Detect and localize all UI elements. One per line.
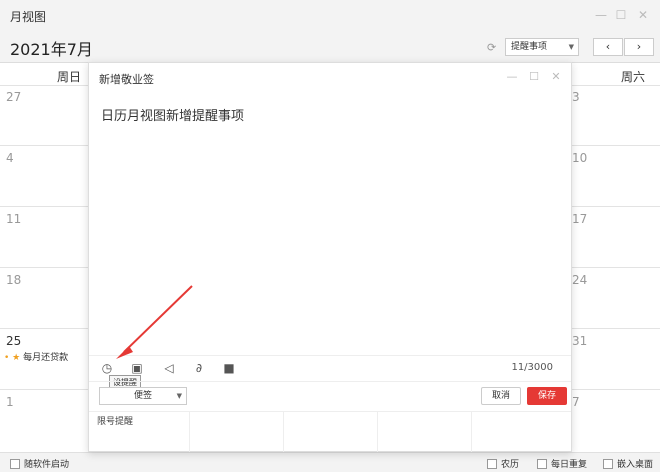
holiday-label: 限号提醒 xyxy=(97,417,134,427)
day-cell-date[interactable]: 3 xyxy=(572,90,580,104)
chevron-down-icon: ▼ xyxy=(568,43,574,51)
refresh-icon[interactable]: ⟳ xyxy=(487,41,496,54)
day-cell-date[interactable]: 27 xyxy=(6,90,21,104)
new-note-dialog: 新增敬业签 — ☐ ✕ 日历月视图新增提醒事项 ◷ ▣ ◁ ∂ ■ 11/300… xyxy=(88,62,572,452)
day-cell-date[interactable]: 4 xyxy=(6,151,14,165)
month-view-window: 月视图 — ☐ ✕ 2021年7月 ⟳ 提醒事项 ▼ ‹ › 周日 周六 27 … xyxy=(0,0,660,472)
day-cell-date[interactable]: 18 xyxy=(6,273,21,287)
day-cell-date[interactable]: 17 xyxy=(572,212,587,226)
day-cell-date[interactable]: 24 xyxy=(572,273,587,287)
calendar-subgrid xyxy=(89,411,571,452)
clock-icon[interactable]: ◷ xyxy=(99,360,115,376)
category-select[interactable]: 便签 ▼ xyxy=(99,387,187,405)
startup-checkbox[interactable]: 随软件启动 xyxy=(10,457,69,470)
minimize-icon[interactable]: — xyxy=(594,8,608,22)
lunar-checkbox[interactable]: 农历 xyxy=(487,457,519,470)
column-header-saturday: 周六 xyxy=(621,70,646,84)
divider xyxy=(89,355,571,356)
save-button[interactable]: 保存 xyxy=(527,387,567,405)
calendar-event[interactable]: • ★ 每月还贷款 xyxy=(4,350,68,363)
day-cell-date[interactable]: 11 xyxy=(6,212,21,226)
maximize-icon[interactable]: ☐ xyxy=(614,8,628,22)
speaker-icon[interactable]: ◁ xyxy=(161,360,177,376)
close-icon[interactable]: ✕ xyxy=(636,8,650,22)
title-bar: 月视图 — ☐ ✕ xyxy=(0,0,660,30)
month-title: 2021年7月 xyxy=(10,40,93,59)
cancel-button[interactable]: 取消 xyxy=(481,387,521,405)
close-icon[interactable]: ✕ xyxy=(549,70,563,83)
filter-select[interactable]: 提醒事项 ▼ xyxy=(505,38,579,56)
footer-bar: 随软件启动 农历 每日重复 嵌入桌面 xyxy=(0,452,660,472)
char-counter: 11/3000 xyxy=(511,362,553,373)
day-cell-date[interactable]: 31 xyxy=(572,334,587,348)
column-header-sunday: 周日 xyxy=(57,70,82,84)
day-cell-date[interactable]: 1 xyxy=(6,395,14,409)
day-cell-date[interactable]: 25 xyxy=(6,334,21,348)
filter-select-value: 提醒事项 xyxy=(511,42,548,52)
maximize-icon[interactable]: ☐ xyxy=(527,70,541,83)
event-label: 每月还贷款 xyxy=(23,353,69,363)
minimize-icon[interactable]: — xyxy=(505,70,519,83)
window-title: 月视图 xyxy=(10,10,47,24)
star-icon: • ★ xyxy=(4,353,21,363)
stop-icon[interactable]: ■ xyxy=(221,360,237,376)
image-icon[interactable]: ▣ xyxy=(129,360,145,376)
day-cell-date[interactable]: 10 xyxy=(572,151,587,165)
chevron-down-icon: ▼ xyxy=(176,392,182,400)
next-month-button[interactable]: › xyxy=(624,38,654,56)
embed-desktop-checkbox[interactable]: 嵌入桌面 xyxy=(603,457,653,470)
dialog-title: 新增敬业签 xyxy=(99,73,154,86)
daily-repeat-checkbox[interactable]: 每日重复 xyxy=(537,457,587,470)
prev-month-button[interactable]: ‹ xyxy=(593,38,623,56)
divider xyxy=(89,381,571,382)
note-content[interactable]: 日历月视图新增提醒事项 xyxy=(101,105,244,124)
day-cell-date[interactable]: 7 xyxy=(572,395,580,409)
attachment-icon[interactable]: ∂ xyxy=(191,360,207,376)
